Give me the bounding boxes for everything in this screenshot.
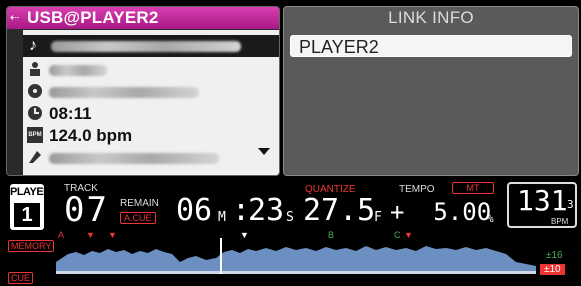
tempo-value: + 5.00: [390, 198, 492, 226]
track-waveform[interactable]: [56, 238, 536, 274]
bpm-integer: 131: [517, 184, 568, 217]
bpm-decimal: 3: [567, 198, 574, 211]
time-frames: 27.5: [303, 193, 376, 228]
minutes-unit: M: [218, 210, 226, 225]
album-icon: [27, 83, 43, 99]
artist-blurred: [49, 65, 107, 76]
artist-icon: [27, 61, 43, 77]
genre-icon: [27, 149, 43, 165]
frames-unit: F: [374, 210, 382, 225]
clock-icon: [27, 105, 43, 121]
album-blurred: [49, 87, 199, 98]
bpm-display: 131 3 BPM: [507, 182, 577, 228]
link-info-title: LINK INFO: [388, 8, 474, 27]
player-label: PLAYER: [10, 186, 51, 198]
cue-label[interactable]: CUE: [8, 272, 34, 284]
chevron-down-icon[interactable]: [258, 148, 270, 155]
track-number: 07: [64, 190, 109, 230]
time-minutes: 06: [176, 193, 213, 228]
list-item-title[interactable]: ♪: [23, 35, 279, 57]
seconds-unit: S: [286, 210, 294, 225]
genre-blurred: [49, 153, 219, 164]
list-item-genre[interactable]: [27, 147, 267, 169]
list-item-album[interactable]: [27, 81, 267, 103]
percent-unit: %: [487, 212, 494, 225]
source-title: USB@PLAYER2: [27, 8, 159, 27]
time-seconds: 23: [248, 193, 285, 228]
player-number: 1: [14, 203, 40, 227]
source-title-bar[interactable]: ⇠ USB@PLAYER2: [7, 7, 279, 29]
memory-label[interactable]: MEMORY: [8, 240, 55, 252]
player-indicator: PLAYER 1: [10, 184, 51, 230]
list-item-time[interactable]: 08:11: [27, 103, 267, 125]
list-item-bpm[interactable]: BPM 124.0 bpm: [27, 125, 267, 147]
link-player-item[interactable]: PLAYER2: [290, 35, 572, 57]
tempo-label: TEMPO: [399, 184, 435, 195]
remain-label: REMAIN: [120, 198, 159, 209]
track-title-blurred: [51, 41, 241, 52]
range-16-label: ±16: [546, 250, 563, 261]
link-info-panel: LINK INFO PLAYER2: [283, 6, 579, 176]
range-10-label[interactable]: ±10: [540, 264, 565, 275]
track-bpm: 124.0 bpm: [49, 126, 133, 145]
master-tempo-indicator: MT: [452, 182, 494, 194]
bpm-icon: BPM: [27, 127, 43, 143]
music-note-icon: ♪: [29, 37, 37, 54]
track-time: 08:11: [49, 104, 92, 123]
track-info-panel: ⇠ USB@PLAYER2 ♪ 08:11 BPM 124.0 bpm: [6, 6, 280, 176]
usb-icon: ⇠: [10, 12, 20, 24]
bpm-unit: BPM: [551, 217, 569, 226]
list-item-artist[interactable]: [27, 59, 267, 81]
auto-cue-indicator: A.CUE: [120, 212, 156, 224]
